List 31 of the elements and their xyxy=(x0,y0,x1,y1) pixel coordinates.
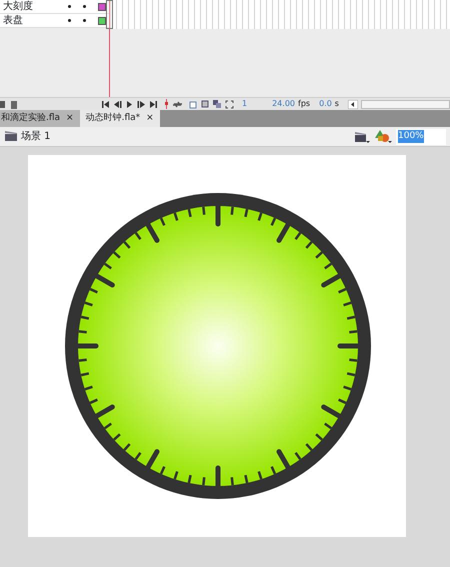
first-frame-icon[interactable] xyxy=(101,100,110,108)
frame-rate: 24.00 xyxy=(272,98,295,110)
visibility-dot[interactable] xyxy=(68,19,71,22)
last-frame-icon[interactable] xyxy=(149,100,158,108)
markers-icon[interactable] xyxy=(225,100,234,108)
lock-dot[interactable] xyxy=(83,19,86,22)
step-forward-icon[interactable] xyxy=(137,100,146,108)
edit-frames-icon[interactable] xyxy=(213,100,222,108)
document-tab[interactable]: 动态时钟.fla* × xyxy=(80,110,160,127)
elapsed-time: 0.0 xyxy=(319,98,332,110)
step-back-icon[interactable] xyxy=(113,100,122,108)
horizontal-scrollbar[interactable] xyxy=(360,100,450,108)
visibility-dot[interactable] xyxy=(68,5,71,8)
lock-dot[interactable] xyxy=(83,5,86,8)
time-unit: s xyxy=(334,98,339,110)
fps-unit: fps xyxy=(298,98,310,110)
layer-color-swatch[interactable] xyxy=(98,16,106,24)
close-icon[interactable]: × xyxy=(146,112,154,126)
scroll-left-icon[interactable] xyxy=(348,100,358,108)
playhead[interactable] xyxy=(106,0,113,29)
loop-icon[interactable] xyxy=(172,100,183,108)
layer-color-swatch[interactable] xyxy=(98,2,106,10)
current-frame: 1 xyxy=(242,98,248,110)
close-icon[interactable]: × xyxy=(66,112,74,126)
onion-skin-icon[interactable] xyxy=(189,100,198,108)
scene-icon[interactable] xyxy=(4,129,18,144)
scene-label[interactable]: 场景 1 xyxy=(21,129,51,144)
onion-outline-icon[interactable] xyxy=(201,100,210,108)
document-tab[interactable]: 和滴定实验.fla × xyxy=(0,110,80,127)
center-frame-icon[interactable] xyxy=(164,99,169,109)
edit-scene-icon[interactable] xyxy=(354,129,370,144)
